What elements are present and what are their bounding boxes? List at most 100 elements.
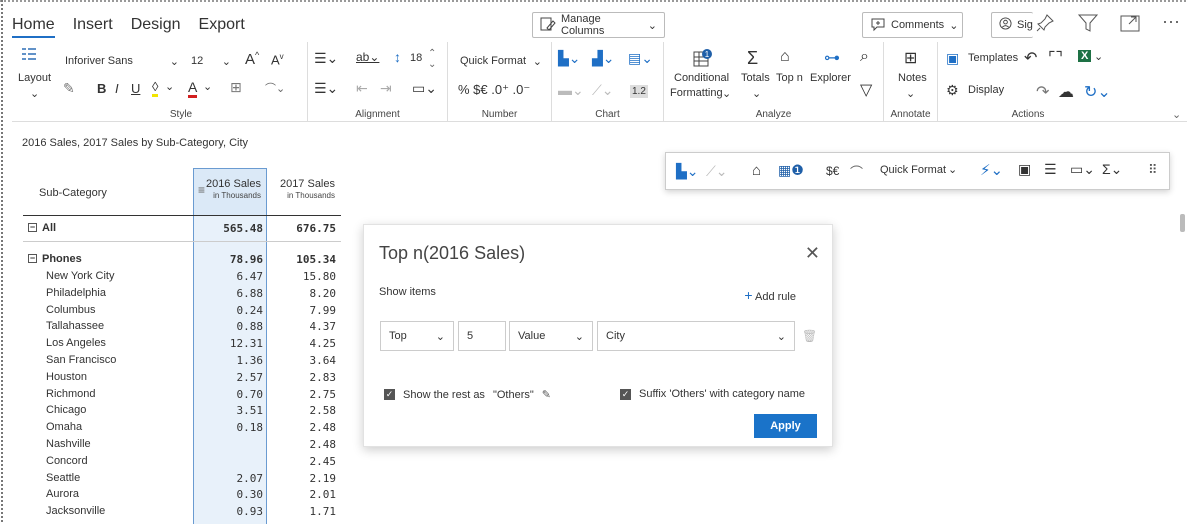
text-wrap-icon[interactable]: ab⌄ (356, 50, 379, 64)
spacing-value[interactable]: 18 (410, 52, 422, 64)
conditional-formatting-icon[interactable]: ▦❶ (778, 162, 804, 179)
row-spacing-icon[interactable]: ↕ (394, 49, 401, 65)
filter-icon[interactable] (1075, 10, 1101, 36)
variance-chart-icon[interactable]: ▤⌄ (628, 50, 653, 67)
tab-export[interactable]: Export (199, 14, 245, 38)
measure-select[interactable]: Value ⌄ (509, 321, 593, 351)
focus-mode-icon[interactable] (1117, 10, 1143, 36)
city-label[interactable]: Nashville (46, 438, 91, 450)
header-2016-sales[interactable]: 2016 Sales in Thousands (193, 178, 265, 202)
refresh-icon[interactable]: ↻⌄ (1084, 82, 1111, 102)
lightning-icon[interactable]: ⚡⌄ (980, 161, 1003, 179)
fill-color-icon[interactable]: ◊ (152, 79, 159, 97)
row-divider-icon[interactable]: ☰ (1044, 161, 1057, 178)
currency-format-icon[interactable]: $€ (826, 164, 839, 178)
explorer-label[interactable]: Explorer (810, 72, 851, 84)
chevron-down-icon[interactable]: ⌄ (30, 87, 39, 100)
collapse-icon[interactable]: − (28, 223, 37, 232)
city-label[interactable]: Richmond (46, 388, 96, 400)
format-painter-icon[interactable]: ✎ (63, 80, 75, 97)
italic-icon[interactable]: I (115, 81, 119, 96)
quick-format-select[interactable]: Quick Format ⌄ (456, 50, 546, 72)
close-icon[interactable]: ✕ (805, 243, 820, 264)
row-phones-label[interactable]: − Phones (28, 253, 82, 265)
comment-icon[interactable]: ▭⌄ (1070, 161, 1095, 178)
header-sub-category[interactable]: Sub-Category (23, 170, 193, 216)
header-2017-sales[interactable]: 2017 Sales in Thousands (267, 178, 339, 202)
totals-label[interactable]: Totals (741, 72, 770, 84)
font-size-select[interactable]: 12 ⌄ (187, 50, 235, 72)
underline-icon[interactable]: U (131, 81, 140, 96)
sparkline-icon[interactable]: ⟋⌄ (592, 82, 614, 99)
chevron-down-icon[interactable]: ⌄ (722, 87, 731, 100)
city-label[interactable]: San Francisco (46, 354, 116, 366)
increase-indent-icon[interactable]: ⇥ (380, 80, 392, 97)
explorer-icon[interactable]: ⊶ (824, 48, 840, 68)
row-all-label[interactable]: − All (28, 222, 56, 234)
vertical-scrollbar[interactable] (1180, 214, 1185, 232)
suffix-others-checkbox[interactable]: ✓ Suffix 'Others' with category name (620, 388, 805, 400)
waterfall-chart-icon[interactable]: ▟⌄ (592, 50, 615, 67)
edit-pencil-icon[interactable]: ✎ (542, 388, 551, 401)
filter-icon[interactable]: ▽ (860, 80, 872, 100)
tab-design[interactable]: Design (131, 14, 181, 38)
align-left-icon[interactable]: ☰⌄ (314, 50, 338, 67)
sum-icon[interactable]: Σ (747, 48, 758, 69)
topn-icon[interactable]: ⌂ (780, 48, 790, 66)
chevron-down-icon[interactable]: ⌄ (752, 87, 761, 100)
layout-icon[interactable] (20, 46, 38, 64)
templates-icon[interactable]: ▣ (946, 50, 959, 67)
city-label[interactable]: Columbus (46, 304, 96, 316)
padding-icon[interactable]: ▭⌄ (412, 80, 437, 97)
chevron-down-icon[interactable]: ⌄ (165, 80, 174, 93)
number-format-buttons[interactable]: % $€ .0⁺ .0⁻ (458, 82, 530, 98)
excel-export-icon[interactable]: X (1078, 50, 1092, 62)
add-rule-button[interactable]: + Add rule (744, 287, 796, 303)
borders-icon[interactable]: ⊞ (230, 79, 242, 96)
chevron-down-icon[interactable]: ⌄ (1094, 50, 1103, 63)
sparkline-icon[interactable]: ⟋⌄ (706, 163, 728, 180)
data-label-value[interactable]: 1.2 (630, 85, 648, 98)
tab-home[interactable]: Home (12, 14, 55, 38)
chevron-down-icon[interactable]: ⌄ (203, 80, 212, 93)
more-options-icon[interactable]: ··· (1158, 8, 1184, 34)
display-label[interactable]: Display (968, 84, 1004, 96)
pin-icon[interactable] (1032, 10, 1058, 36)
fullscreen-icon[interactable]: ⌜⌝ (1048, 48, 1063, 68)
notes-label[interactable]: Notes (898, 72, 927, 84)
notes-icon[interactable]: ▣ (1018, 161, 1031, 178)
city-label[interactable]: Houston (46, 371, 87, 383)
conditional-label[interactable]: Conditional (674, 72, 729, 84)
collapse-ribbon-icon[interactable]: ⌄ (1172, 108, 1181, 121)
topn-label[interactable]: Top n (776, 72, 803, 84)
sum-icon[interactable]: Σ⌄ (1102, 161, 1122, 178)
sign-in-button[interactable]: Sig (991, 12, 1033, 38)
direction-select[interactable]: Top ⌄ (380, 321, 454, 351)
city-label[interactable]: New York City (46, 270, 114, 282)
hide-icon[interactable]: ⌒⌄ (265, 80, 285, 96)
font-color-icon[interactable]: A (188, 79, 198, 98)
tab-insert[interactable]: Insert (73, 14, 113, 38)
align-center-icon[interactable]: ☰⌄ (314, 80, 338, 97)
conditional-formatting-icon[interactable]: 1 (692, 48, 714, 68)
delete-rule-icon[interactable]: 🗑 (802, 329, 817, 343)
comments-button[interactable]: Comments ⌄ (862, 12, 963, 38)
redo-icon[interactable]: ↷ (1036, 82, 1049, 102)
quick-format-label[interactable]: Quick Format (880, 164, 946, 176)
manage-columns-button[interactable]: Manage Columns ⌄ (532, 12, 665, 38)
bullet-chart-icon[interactable]: ▬⌄ (558, 82, 584, 99)
decrease-font-icon[interactable]: Av (271, 52, 284, 67)
city-label[interactable]: Tallahassee (46, 320, 104, 332)
chevron-down-icon[interactable]: ⌄ (948, 163, 957, 176)
notes-icon[interactable]: ⊞ (904, 48, 917, 68)
apply-button[interactable]: Apply (754, 414, 817, 438)
undo-icon[interactable]: ↶ (1024, 48, 1037, 68)
gear-icon[interactable]: ⚙ (946, 82, 959, 99)
city-label[interactable]: Los Angeles (46, 337, 106, 349)
city-label[interactable]: Seattle (46, 472, 80, 484)
formatting-label[interactable]: Formatting (670, 87, 723, 99)
spinner-icon[interactable]: ⌃ ⌄ (428, 48, 436, 70)
chevron-down-icon[interactable]: ⌄ (906, 87, 915, 100)
templates-label[interactable]: Templates (968, 52, 1018, 64)
field-select[interactable]: City ⌄ (597, 321, 795, 351)
